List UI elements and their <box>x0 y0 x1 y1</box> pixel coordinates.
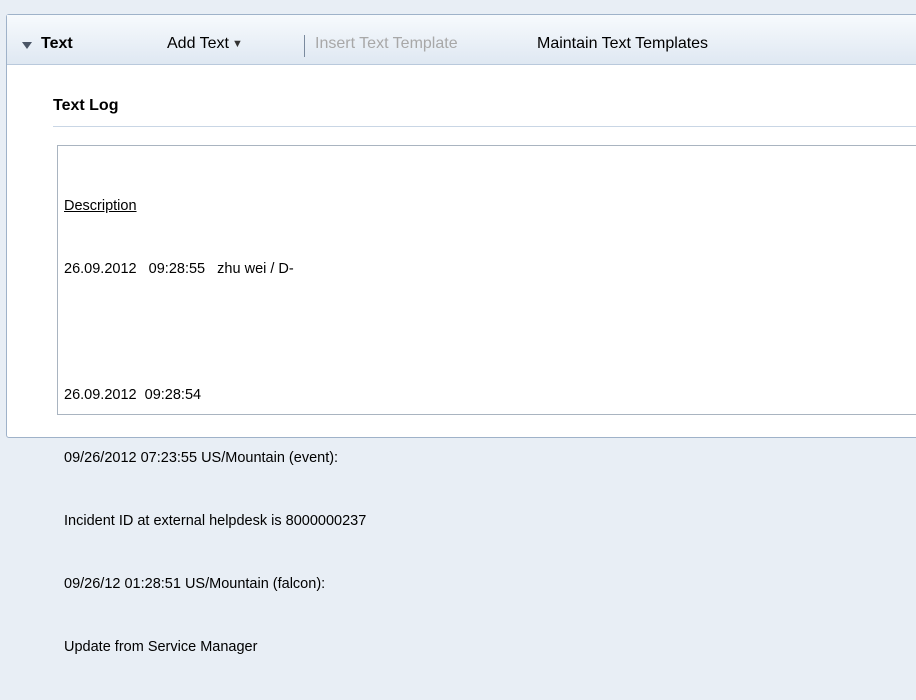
add-text-label: Add Text <box>167 35 229 52</box>
log-line: 26.09.2012 09:28:55 zhu wei / D- <box>64 261 294 277</box>
text-panel: Text Add Text ▼ Insert Text Template Main… <box>6 14 916 655</box>
toolbar-separator <box>304 35 305 57</box>
insert-text-template-button: Insert Text Template <box>315 35 458 52</box>
log-line: Incident ID at external helpdesk is 8000… <box>64 513 367 529</box>
text-panel-title[interactable]: Text <box>41 15 73 65</box>
text-log-title: Text Log <box>53 97 119 114</box>
maintain-text-templates-button[interactable]: Maintain Text Templates <box>537 15 708 65</box>
text-log-content: Description 26.09.2012 09:28:55 zhu wei … <box>64 154 366 700</box>
add-text-button[interactable]: Add Text ▼ <box>167 15 243 65</box>
section-divider <box>53 126 916 127</box>
text-log-area[interactable]: Description 26.09.2012 09:28:55 zhu wei … <box>57 145 916 655</box>
log-line: Update from Service Manager <box>64 639 258 655</box>
collapse-triangle-icon[interactable] <box>22 42 32 49</box>
log-description-heading: Description <box>64 198 137 214</box>
dropdown-arrow-icon: ▼ <box>231 38 243 50</box>
log-line: 09/26/2012 07:23:55 US/Mountain (event): <box>64 450 339 466</box>
log-line: 26.09.2012 09:28:54 <box>64 387 202 403</box>
log-line: 09/26/12 01:28:51 US/Mountain (falcon): <box>64 576 326 592</box>
text-toolbar: Text Add Text ▼ Insert Text Template Main… <box>7 15 916 65</box>
